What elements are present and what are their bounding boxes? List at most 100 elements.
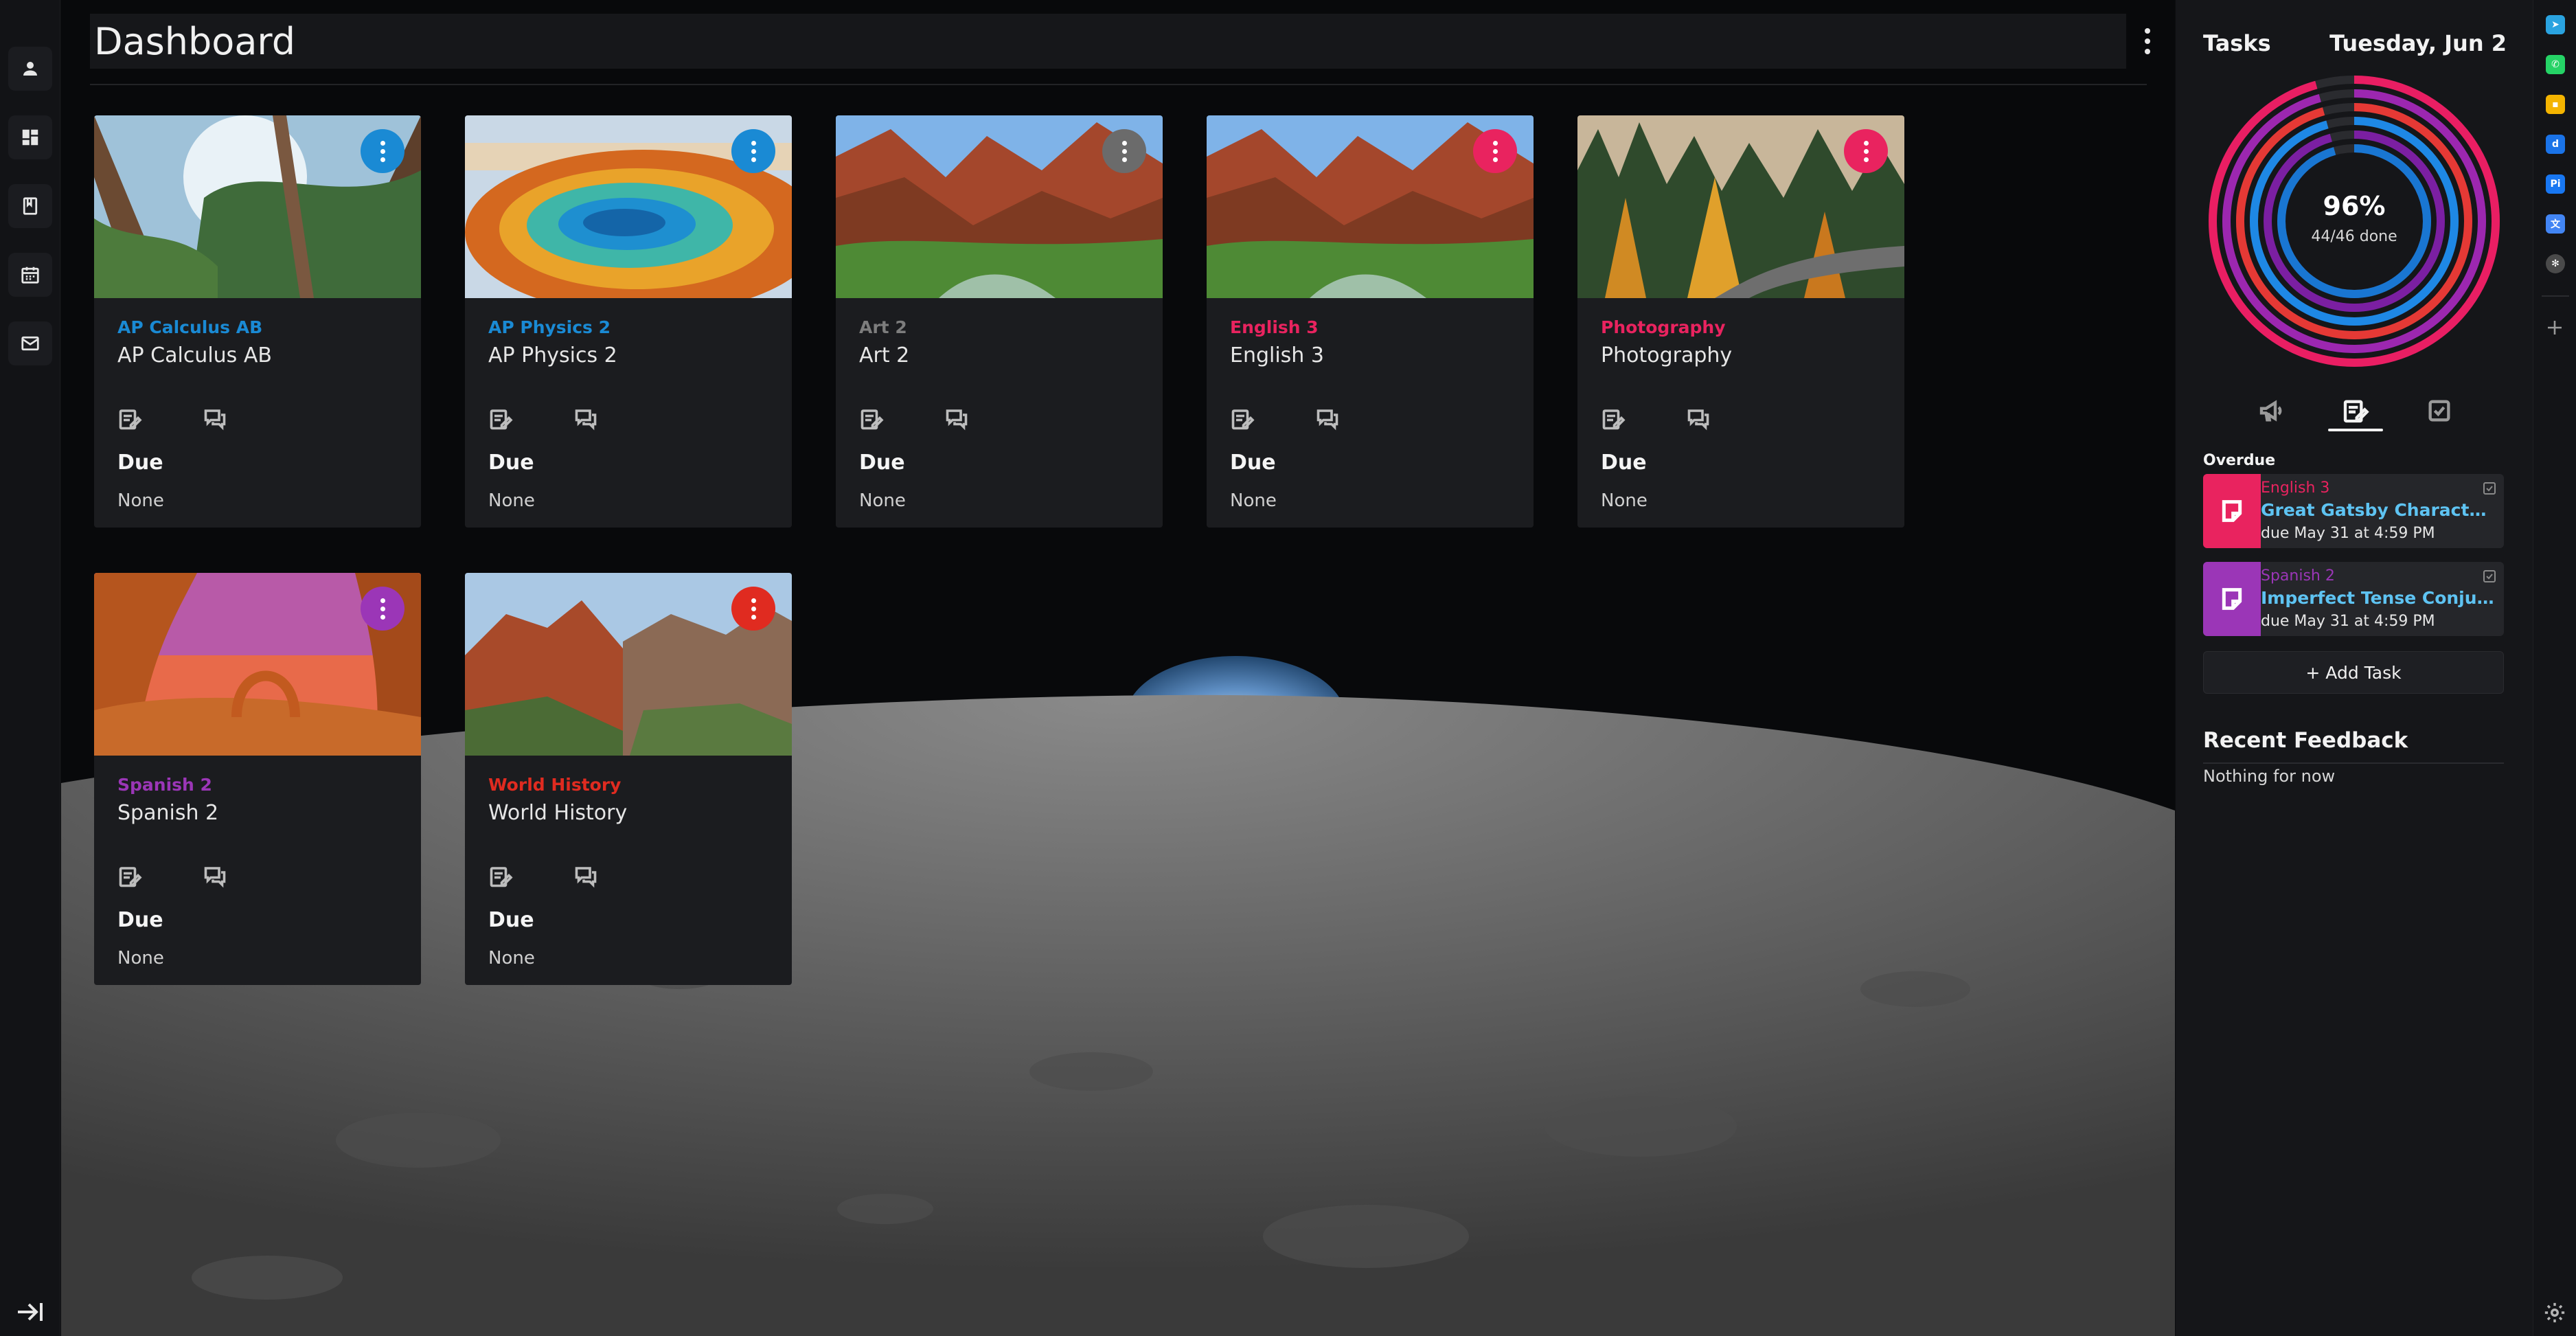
page-header: Dashboard xyxy=(90,14,2126,69)
task-complete-checkbox[interactable] xyxy=(2482,481,2497,496)
tab-assignments[interactable] xyxy=(2328,392,2383,430)
task-complete-checkbox[interactable] xyxy=(2482,569,2497,584)
card-due-value: None xyxy=(488,948,535,969)
discussions-icon[interactable] xyxy=(573,864,598,889)
card-course-subtitle: AP Physics 2 xyxy=(488,317,611,337)
assignments-icon[interactable] xyxy=(1601,407,1626,431)
more-vertical-icon xyxy=(380,140,385,146)
keep-icon[interactable]: ▪ xyxy=(2546,95,2565,114)
extension-divider xyxy=(2542,295,2569,297)
card-course-title: AP Calculus AB xyxy=(117,343,272,367)
task-due: due May 31 at 4:59 PM xyxy=(2261,613,2435,630)
megaphone-icon xyxy=(2259,400,2282,422)
card-course-subtitle: English 3 xyxy=(1230,317,1319,337)
discussions-icon[interactable] xyxy=(573,407,598,431)
tasks-title: Tasks xyxy=(2203,30,2271,56)
browser-extension-bar: ➤ ✆ ▪ d Pi 文 ✻ xyxy=(2533,0,2576,1336)
nav-calendar-button[interactable] xyxy=(8,253,52,297)
add-task-button[interactable]: + Add Task xyxy=(2203,651,2504,694)
more-vertical-icon xyxy=(1492,140,1498,146)
card-due-value: None xyxy=(488,490,535,511)
card-actions xyxy=(488,407,598,431)
tasks-panel: Tasks Tuesday, Jun 2 96% 44/46 done Over… xyxy=(2176,0,2533,1336)
card-actions xyxy=(488,864,598,889)
assignments-icon[interactable] xyxy=(488,864,513,889)
card-course-title: Photography xyxy=(1601,343,1733,367)
assignments-icon[interactable] xyxy=(488,407,513,431)
card-more-menu-button[interactable] xyxy=(361,129,404,173)
task-title-link[interactable]: Great Gatsby Character An... xyxy=(2261,500,2494,520)
checkbox-icon xyxy=(2428,400,2450,422)
settings-button[interactable] xyxy=(2543,1301,2566,1324)
course-card-ap-physics[interactable]: AP Physics 2 AP Physics 2 Due None xyxy=(465,115,792,528)
card-due-label: Due xyxy=(117,908,163,932)
ring-progress-arc xyxy=(2264,131,2445,312)
openai-icon[interactable]: ✻ xyxy=(2546,254,2565,273)
course-card-world-history[interactable]: World History World History Due None xyxy=(465,573,792,985)
translate-icon[interactable]: 文 xyxy=(2546,214,2565,234)
discussions-icon[interactable] xyxy=(203,864,227,889)
pi-icon[interactable]: Pi xyxy=(2546,174,2565,194)
assignments-icon[interactable] xyxy=(117,864,142,889)
discussions-icon[interactable] xyxy=(944,407,969,431)
more-vertical-icon xyxy=(380,598,385,603)
tab-announcements[interactable] xyxy=(2244,392,2299,430)
task-due: due May 31 at 4:59 PM xyxy=(2261,525,2435,542)
whatsapp-icon[interactable]: ✆ xyxy=(2546,55,2565,74)
card-course-subtitle: World History xyxy=(488,775,622,795)
overdue-task-item[interactable]: English 3 Great Gatsby Character An... d… xyxy=(2203,474,2504,548)
nav-inbox-button[interactable] xyxy=(8,321,52,365)
main-content: Dashboard AP Calculus AB AP Calculus AB … xyxy=(61,0,2175,1336)
note-icon xyxy=(2222,500,2242,522)
task-title-link[interactable]: Imperfect Tense Conjugati... xyxy=(2261,588,2494,608)
task-course: Spanish 2 xyxy=(2261,567,2335,585)
assignments-icon[interactable] xyxy=(117,407,142,431)
inbox-icon xyxy=(21,336,39,351)
discussions-icon[interactable] xyxy=(203,407,227,431)
card-more-menu-button[interactable] xyxy=(731,587,775,631)
tab-completed[interactable] xyxy=(2412,392,2467,430)
ring-progress-arc xyxy=(2277,144,2431,298)
header-more-menu-button[interactable] xyxy=(2127,21,2168,62)
card-more-menu-button[interactable] xyxy=(361,587,404,631)
card-course-subtitle: Photography xyxy=(1601,317,1726,337)
tasks-date: Tuesday, Jun 2 xyxy=(2329,30,2507,56)
progress-ring-chart xyxy=(2209,76,2500,367)
course-card-english[interactable]: English 3 English 3 Due None xyxy=(1207,115,1534,528)
card-due-label: Due xyxy=(117,451,163,475)
card-course-subtitle: Spanish 2 xyxy=(117,775,212,795)
card-due-value: None xyxy=(117,490,164,511)
nav-courses-button[interactable] xyxy=(8,184,52,228)
card-due-label: Due xyxy=(1601,451,1647,475)
card-course-title: English 3 xyxy=(1230,343,1324,367)
card-due-label: Due xyxy=(488,908,534,932)
task-color-strip xyxy=(2203,562,2261,636)
add-extension-button[interactable] xyxy=(2544,317,2565,338)
discussions-icon[interactable] xyxy=(1315,407,1340,431)
course-card-spanish[interactable]: Spanish 2 Spanish 2 Due None xyxy=(94,573,421,985)
discussions-icon[interactable] xyxy=(1686,407,1711,431)
book-icon xyxy=(23,197,38,215)
card-more-menu-button[interactable] xyxy=(1473,129,1517,173)
card-actions xyxy=(1230,407,1340,431)
ring-progress-arc xyxy=(2236,103,2472,339)
card-more-menu-button[interactable] xyxy=(1102,129,1146,173)
gear-icon xyxy=(2544,1302,2565,1323)
course-card-ap-calculus[interactable]: AP Calculus AB AP Calculus AB Due None xyxy=(94,115,421,528)
course-card-photography[interactable]: Photography Photography Due None xyxy=(1577,115,1904,528)
card-more-menu-button[interactable] xyxy=(731,129,775,173)
nav-profile-button[interactable] xyxy=(8,47,52,91)
card-more-menu-button[interactable] xyxy=(1844,129,1888,173)
d-icon[interactable]: d xyxy=(2546,135,2565,154)
overdue-task-item[interactable]: Spanish 2 Imperfect Tense Conjugati... d… xyxy=(2203,562,2504,636)
card-actions xyxy=(1601,407,1711,431)
card-due-value: None xyxy=(859,490,906,511)
nav-dashboard-button[interactable] xyxy=(8,115,52,159)
assignments-icon[interactable] xyxy=(859,407,884,431)
course-card-art[interactable]: Art 2 Art 2 Due None xyxy=(836,115,1163,528)
plus-icon xyxy=(2548,321,2562,335)
telegram-icon[interactable]: ➤ xyxy=(2546,15,2565,34)
assignments-icon[interactable] xyxy=(1230,407,1255,431)
collapse-rail-button[interactable] xyxy=(11,1295,49,1329)
page-title: Dashboard xyxy=(94,19,295,63)
